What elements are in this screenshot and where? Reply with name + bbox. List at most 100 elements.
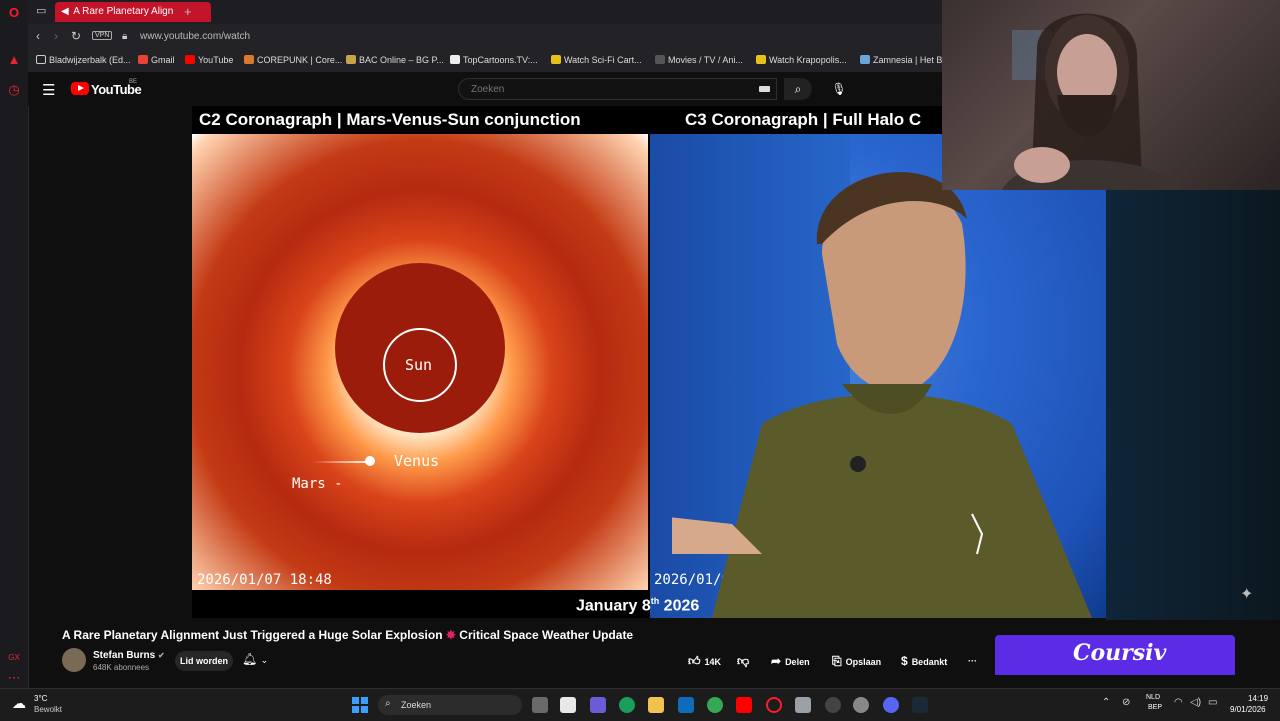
join-button[interactable]: Lid worden — [175, 651, 233, 671]
edge-icon[interactable] — [619, 697, 635, 713]
thanks-button[interactable]: $ Bedankt — [901, 651, 947, 671]
weather-condition[interactable]: Bewolkt — [34, 705, 62, 714]
task-view-icon[interactable] — [532, 697, 548, 713]
hamburger-menu-icon[interactable]: ☰ — [42, 81, 55, 99]
verified-icon: ✔ — [158, 651, 165, 660]
ad-brand: Coursiv — [1073, 640, 1167, 666]
save-button[interactable]: ⎘ Opslaan — [832, 651, 881, 671]
like-button[interactable]: 👍︎ 14K — [688, 651, 721, 671]
calculator-icon[interactable] — [795, 697, 811, 713]
url-field[interactable]: www.youtube.com/watch — [140, 31, 250, 42]
thumbs-down-icon: 👎︎ — [737, 654, 750, 668]
channel-name[interactable]: Stefan Burns ✔ — [93, 650, 165, 661]
back-icon[interactable]: ‹ — [36, 29, 40, 43]
bookmark-scifi[interactable]: Watch Sci-Fi Cart... — [551, 55, 642, 65]
search-input[interactable] — [469, 83, 733, 96]
steam-icon[interactable] — [912, 697, 928, 713]
webcam-overlay — [942, 0, 1280, 190]
speaker-icon[interactable]: ◀ — [61, 2, 71, 22]
share-icon: ➦ — [771, 654, 782, 668]
like-count: 14K — [704, 657, 722, 667]
network-off-icon[interactable]: ⊘ — [1122, 697, 1130, 708]
weather-temperature[interactable]: 3°C — [34, 694, 47, 703]
voice-search-button[interactable]: 🎙︎ — [828, 78, 850, 100]
search-button[interactable]: ⌕ — [784, 78, 812, 100]
more-actions-button[interactable]: ··· — [968, 651, 977, 671]
bookmark-label: BAC Online – BG P... — [359, 55, 444, 65]
bookmark-topcartoons[interactable]: TopCartoons.TV:... — [450, 55, 538, 65]
start-button[interactable] — [352, 697, 368, 713]
discord-icon[interactable] — [883, 697, 899, 713]
taskbar-search[interactable]: ⌕ Zoeken — [378, 695, 522, 715]
date-caption: January 8th 2026 — [576, 596, 699, 615]
notification-bell-button[interactable]: 🔔︎ ⌄ — [242, 652, 268, 666]
bookmark-krapopolis[interactable]: Watch Krapopolis... — [756, 55, 847, 65]
bookmark-label: Gmail — [151, 55, 175, 65]
bookmark-youtube[interactable]: YouTube — [185, 55, 233, 65]
bookmark-bac[interactable]: BAC Online – BG P... — [346, 55, 444, 65]
venus-label: Venus — [394, 452, 440, 470]
dislike-button[interactable]: 👎︎ — [737, 651, 753, 671]
history-icon[interactable]: ◷ — [6, 82, 22, 98]
gx-icon[interactable]: GX — [6, 650, 22, 666]
opera-logo-icon[interactable]: O — [6, 5, 22, 21]
bookmark-label: Watch Sci-Fi Cart... — [564, 55, 642, 65]
forward-icon[interactable]: › — [54, 29, 58, 43]
video-title: A Rare Planetary Alignment Just Triggere… — [62, 628, 633, 642]
clock-date[interactable]: 9/01/2026 — [1230, 705, 1266, 714]
vpn-badge[interactable]: VPN — [92, 31, 113, 40]
lock-icon[interactable]: 🔒︎ — [122, 31, 127, 42]
tray-overflow-icon[interactable]: ⌃ — [1102, 697, 1110, 708]
tab-bar: ▭ ◀ A Rare Planetary Align + — [28, 0, 942, 24]
pin-icon[interactable]: ✦ — [1240, 584, 1253, 604]
bookmark-label: Watch Krapopolis... — [769, 55, 847, 65]
bookmark-gmail[interactable]: Gmail — [138, 55, 175, 65]
chevron-down-icon: ⌄ — [260, 655, 269, 665]
aria-icon[interactable]: ▲ — [6, 52, 22, 68]
file-explorer-icon[interactable] — [648, 697, 664, 713]
weather-cloud-icon[interactable]: ☁ — [12, 695, 26, 712]
teams-icon[interactable] — [590, 697, 606, 713]
presenter-figure — [672, 172, 1092, 618]
ad-banner[interactable]: Coursiv — [995, 635, 1235, 675]
bookmark-folder[interactable]: Bladwijzerbalk (Ed... — [36, 55, 131, 65]
share-button[interactable]: ➦ Delen — [771, 651, 810, 671]
app-icon[interactable] — [825, 697, 841, 713]
search-icon: ⌕ — [385, 698, 391, 709]
bookmark-corepunk[interactable]: COREPUNK | Core... — [244, 55, 342, 65]
keyboard-layout[interactable]: BEP — [1148, 704, 1162, 711]
store-icon[interactable] — [560, 697, 576, 713]
browser-sidebar: O ▲ ◷ GX ⋯ — [0, 0, 29, 688]
new-tab-icon[interactable]: + — [184, 4, 192, 19]
more-icon[interactable]: ⋯ — [6, 670, 22, 686]
opera-gx-icon[interactable] — [766, 697, 782, 713]
youtube-header: ☰ YouTube BE ⌕ 🎙︎ — [28, 72, 942, 106]
wifi-icon[interactable]: ◠ — [1174, 697, 1183, 708]
tab-menu-icon[interactable]: ▭ — [36, 4, 46, 17]
region-code: BE — [129, 79, 138, 85]
tab-title: A Rare Planetary Align — [73, 6, 174, 17]
keyboard-icon[interactable] — [759, 86, 770, 92]
bookmark-zamnesia[interactable]: Zamnesia | Het Be — [860, 55, 947, 65]
sun-label: Sun — [405, 356, 433, 374]
volume-icon[interactable]: ◁) — [1190, 697, 1201, 708]
clock-time[interactable]: 14:19 — [1248, 694, 1268, 703]
gmail-icon — [138, 55, 148, 64]
bookmark-movies[interactable]: Movies / TV / Ani... — [655, 55, 743, 65]
channel-name-text: Stefan Burns — [93, 650, 156, 661]
youtube-app-icon[interactable] — [736, 697, 752, 713]
bookmark-icon: ⎘ — [832, 654, 842, 668]
zamnesia-icon — [860, 55, 870, 64]
keyboard-language[interactable]: NLD — [1146, 694, 1160, 701]
reload-icon[interactable]: ↻ — [71, 29, 81, 43]
microphone-icon: 🎙︎ — [831, 82, 847, 96]
channel-avatar[interactable] — [62, 648, 86, 672]
video-caption-right: C3 Coronagraph | Full Halo C — [685, 110, 922, 129]
venus-dot — [365, 456, 375, 466]
settings-icon[interactable] — [853, 697, 869, 713]
youtube-logo-icon[interactable] — [71, 82, 89, 95]
battery-icon[interactable]: ▭ — [1208, 697, 1217, 708]
windows-logo-part — [361, 697, 368, 704]
outlook-icon[interactable] — [678, 697, 694, 713]
chrome-icon[interactable] — [707, 697, 723, 713]
